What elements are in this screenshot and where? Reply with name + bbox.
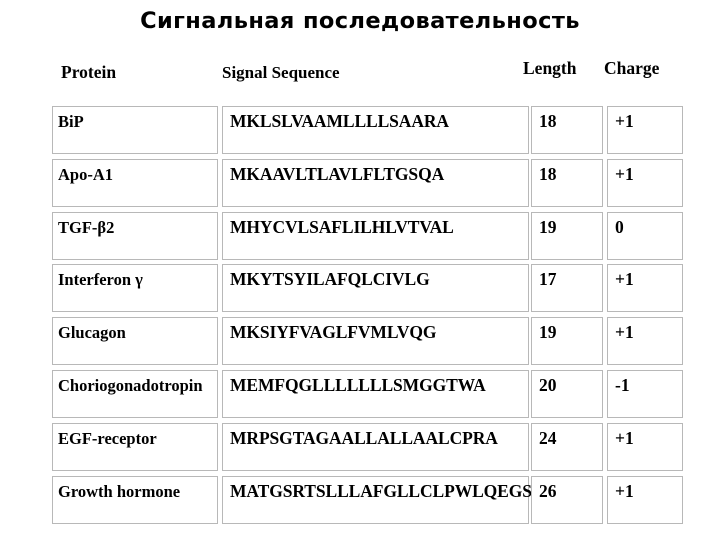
table-row: Growth hormone MATGSRTSLLLAFGLLCLPWLQEGS…	[52, 475, 684, 529]
table-row: EGF-receptor MRPSGTAGAALLALLAALCPRA 24 +…	[52, 422, 684, 476]
cell-signal-sequence: MKYTSYILAFQLCIVLG	[222, 264, 529, 313]
cell-charge: +1	[607, 317, 683, 366]
cell-length: 17	[531, 264, 603, 313]
table-row: Choriogonadotropin MEMFQGLLLLLLLSMGGTWA …	[52, 369, 684, 423]
cell-charge: +1	[607, 106, 683, 154]
cell-signal-sequence: MRPSGTAGAALLALLAALCPRA	[222, 422, 529, 471]
cell-signal-sequence: MATGSRTSLLLAFGLLCLPWLQEGSA	[222, 475, 545, 524]
cell-length: 20	[531, 369, 603, 418]
cell-protein: Interferon γ	[52, 264, 218, 313]
table-row: BiP MKLSLVAAMLLLLSAARA 18 +1	[52, 106, 684, 159]
cell-signal-sequence: MHYCVLSAFLILHLVTVAL	[222, 211, 529, 260]
cell-length: 19	[531, 211, 603, 260]
cell-charge: +1	[607, 475, 683, 524]
cell-length: 18	[531, 106, 603, 154]
cell-length: 26	[531, 475, 603, 524]
column-header-signal-sequence: Signal Sequence	[222, 63, 340, 82]
cell-length: 18	[531, 158, 603, 207]
cell-charge: 0	[607, 211, 683, 260]
cell-charge: +1	[607, 422, 683, 471]
cell-charge: +1	[607, 158, 683, 207]
column-header-length: Length	[523, 58, 577, 78]
cell-length: 19	[531, 317, 603, 366]
table-row: Interferon γ MKYTSYILAFQLCIVLG 17 +1	[52, 264, 684, 317]
cell-protein: EGF-receptor	[52, 422, 218, 471]
cell-signal-sequence: MKAAVLTLAVLFLTGSQA	[222, 158, 529, 207]
cell-signal-sequence: MKLSLVAAMLLLLSAARA	[222, 106, 529, 154]
page-title: Сигнальная последовательность	[140, 8, 580, 34]
cell-protein: Glucagon	[52, 317, 218, 366]
column-header-protein: Protein	[61, 62, 117, 82]
table-row: Glucagon MKSIYFVAGLFVMLVQG 19 +1	[52, 317, 684, 370]
cell-protein: BiP	[52, 106, 218, 154]
cell-protein: Growth hormone	[52, 475, 218, 524]
cell-length: 24	[531, 422, 603, 471]
table-row: TGF-β2 MHYCVLSAFLILHLVTVAL 19 0	[52, 211, 684, 265]
column-header-charge: Charge	[604, 58, 660, 78]
signal-sequence-table: BiP MKLSLVAAMLLLLSAARA 18 +1 Apo-A1 MKAA…	[52, 106, 684, 528]
cell-protein: Choriogonadotropin	[52, 369, 218, 418]
cell-protein: Apo-A1	[52, 158, 218, 207]
cell-charge: +1	[607, 264, 683, 313]
cell-signal-sequence: MEMFQGLLLLLLLSMGGTWA	[222, 369, 529, 418]
cell-charge: -1	[607, 369, 683, 418]
cell-protein: TGF-β2	[52, 211, 218, 260]
table-row: Apo-A1 MKAAVLTLAVLFLTGSQA 18 +1	[52, 158, 684, 212]
cell-signal-sequence: MKSIYFVAGLFVMLVQG	[222, 317, 529, 366]
